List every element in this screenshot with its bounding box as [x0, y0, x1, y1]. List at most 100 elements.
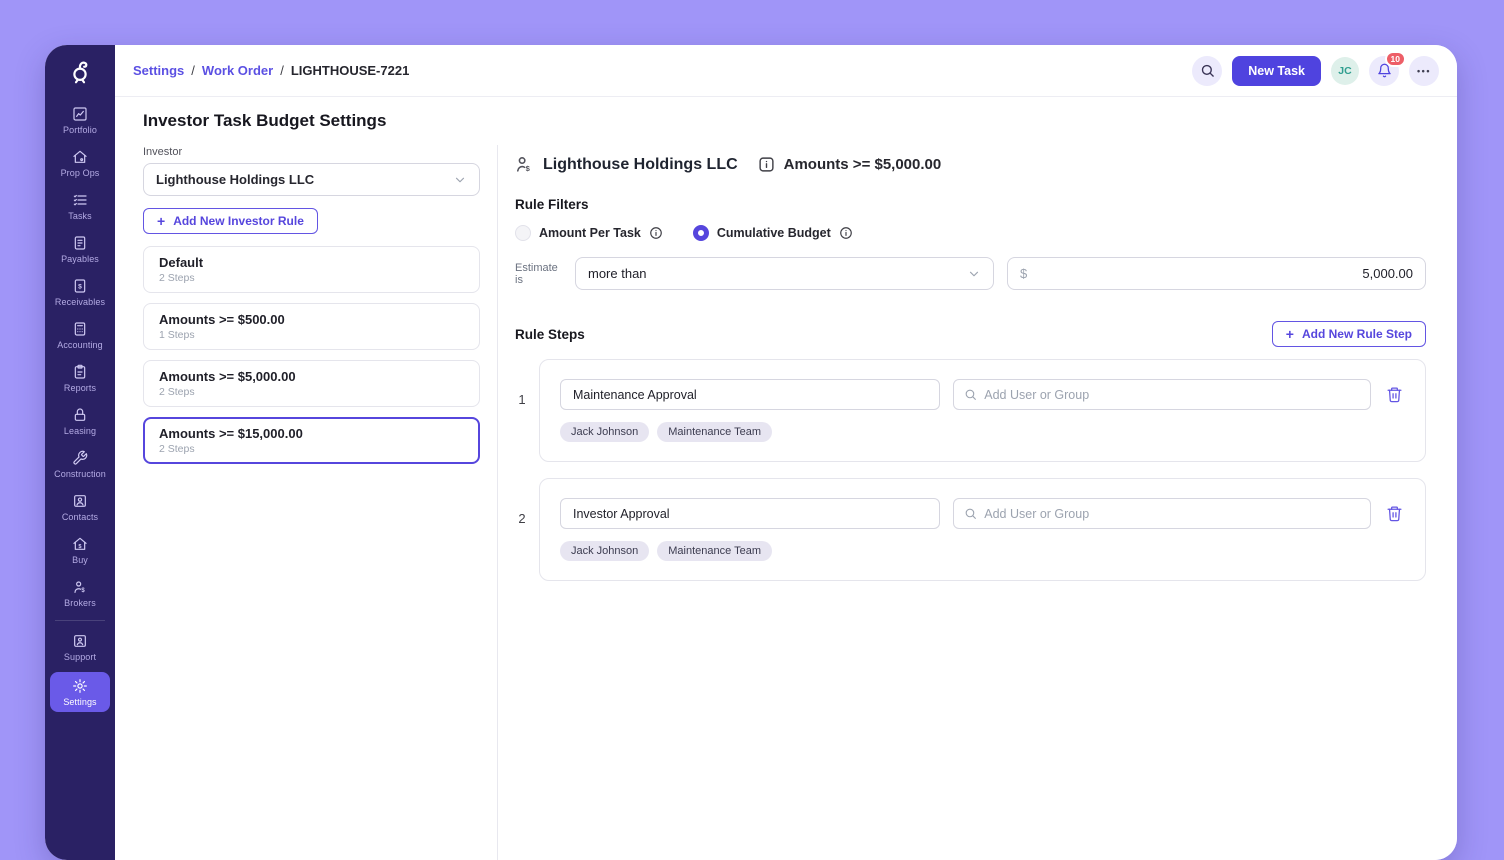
portfolio-icon	[72, 106, 88, 122]
user-search-input[interactable]	[984, 507, 1360, 521]
ellipsis-icon: •••	[1417, 66, 1431, 76]
breadcrumb-separator: /	[191, 63, 195, 78]
info-icon[interactable]	[839, 226, 853, 240]
sidebar-item-label: Reports	[64, 383, 96, 393]
sidebar-item-receivables[interactable]: $ Receivables	[45, 271, 115, 314]
tasks-icon	[72, 192, 88, 208]
sidebar-item-contacts[interactable]: Contacts	[45, 486, 115, 529]
amount-per-task-option[interactable]: Amount Per Task	[515, 225, 663, 241]
info-icon[interactable]	[649, 226, 663, 240]
sidebar-item-label: Support	[64, 652, 96, 662]
prop-ops-icon	[72, 149, 88, 165]
add-rule-step-button[interactable]: + Add New Rule Step	[1272, 321, 1426, 347]
sidebar-item-tasks[interactable]: Tasks	[45, 185, 115, 228]
radio-unselected[interactable]	[515, 225, 531, 241]
rule-name: Default	[159, 255, 464, 270]
amount-field[interactable]: $	[1007, 257, 1426, 290]
avatar[interactable]: JC	[1331, 57, 1359, 85]
chevron-down-icon	[967, 267, 981, 281]
add-investor-rule-label: Add New Investor Rule	[173, 214, 304, 228]
radio-selected[interactable]	[693, 225, 709, 241]
rules-panel: Investor Task Budget Settings Investor L…	[115, 97, 497, 860]
assignee-chips: Jack Johnson Maintenance Team	[560, 541, 1405, 561]
leasing-icon	[72, 407, 88, 423]
user-search-field[interactable]	[953, 379, 1371, 410]
assignee-chip[interactable]: Maintenance Team	[657, 541, 772, 561]
user-search-input[interactable]	[984, 388, 1360, 402]
step-name-input[interactable]	[560, 379, 940, 410]
rule-card-default[interactable]: Default 2 Steps	[143, 246, 480, 293]
info-square-icon[interactable]	[758, 156, 775, 173]
assignee-chip[interactable]: Jack Johnson	[560, 541, 649, 561]
assignee-chip[interactable]: Maintenance Team	[657, 422, 772, 442]
breadcrumb-separator: /	[280, 63, 284, 78]
rule-card-500[interactable]: Amounts >= $500.00 1 Steps	[143, 303, 480, 350]
search-icon	[964, 507, 977, 520]
topbar: Settings / Work Order / LIGHTHOUSE-7221 …	[115, 45, 1457, 97]
rule-filter-options: Amount Per Task Cumulative Budget	[515, 225, 1426, 241]
sidebar-item-portfolio[interactable]: Portfolio	[45, 99, 115, 142]
sidebar-item-payables[interactable]: Payables	[45, 228, 115, 271]
sidebar-item-leasing[interactable]: Leasing	[45, 400, 115, 443]
rule-step-count: 2 Steps	[159, 272, 464, 284]
estimate-operator-select[interactable]: more than	[575, 257, 994, 290]
step-card: Jack Johnson Maintenance Team	[539, 478, 1426, 581]
sidebar-item-settings[interactable]: Settings	[50, 672, 110, 712]
currency-symbol: $	[1020, 266, 1027, 281]
sidebar: Portfolio Prop Ops Tasks Payables $ Rece…	[45, 45, 115, 860]
svg-text:$: $	[78, 283, 82, 290]
rule-name: Amounts >= $15,000.00	[159, 426, 464, 441]
trash-icon	[1386, 505, 1403, 522]
rule-step-count: 2 Steps	[159, 386, 464, 398]
brokers-icon: $	[72, 579, 88, 595]
desktop-background: Portfolio Prop Ops Tasks Payables $ Rece…	[0, 0, 1504, 860]
rule-list: Default 2 Steps Amounts >= $500.00 1 Ste…	[143, 246, 480, 464]
page-title: Investor Task Budget Settings	[143, 111, 480, 131]
search-icon	[1200, 63, 1215, 78]
sidebar-item-label: Brokers	[64, 598, 96, 608]
app-logo	[45, 45, 115, 97]
breadcrumb-work-order-link[interactable]: Work Order	[202, 63, 273, 78]
rule-step-2: 2	[515, 478, 1426, 581]
rule-filters-heading: Rule Filters	[515, 197, 1426, 212]
amount-input[interactable]	[1035, 266, 1413, 281]
sidebar-item-support[interactable]: Support	[45, 626, 115, 669]
add-rule-step-label: Add New Rule Step	[1302, 327, 1412, 341]
rule-card-15000-selected[interactable]: Amounts >= $15,000.00 2 Steps	[143, 417, 480, 464]
cumulative-budget-option[interactable]: Cumulative Budget	[693, 225, 853, 241]
breadcrumb-settings-link[interactable]: Settings	[133, 63, 184, 78]
investor-select[interactable]: Lighthouse Holdings LLC	[143, 163, 480, 196]
notification-badge: 10	[1385, 51, 1406, 68]
rule-steps-list: 1	[515, 359, 1426, 581]
user-search-field[interactable]	[953, 498, 1371, 529]
payables-icon	[72, 235, 88, 251]
accounting-icon	[72, 321, 88, 337]
new-task-button[interactable]: New Task	[1232, 56, 1321, 86]
sidebar-item-buy[interactable]: $ Buy	[45, 529, 115, 572]
reports-icon	[72, 364, 88, 380]
more-menu-button[interactable]: •••	[1409, 56, 1439, 86]
trash-icon	[1386, 386, 1403, 403]
rule-steps-header: Rule Steps + Add New Rule Step	[515, 321, 1426, 347]
rule-step-1: 1	[515, 359, 1426, 462]
sidebar-item-label: Accounting	[57, 340, 103, 350]
delete-step-button[interactable]	[1384, 503, 1405, 524]
sidebar-item-construction[interactable]: Construction	[45, 443, 115, 486]
search-button[interactable]	[1192, 56, 1222, 86]
assignee-chip[interactable]: Jack Johnson	[560, 422, 649, 442]
assignee-chips: Jack Johnson Maintenance Team	[560, 422, 1405, 442]
chevron-down-icon	[453, 173, 467, 187]
sidebar-item-accounting[interactable]: Accounting	[45, 314, 115, 357]
app-window: Portfolio Prop Ops Tasks Payables $ Rece…	[45, 45, 1457, 860]
amount-per-task-label: Amount Per Task	[539, 226, 641, 240]
sidebar-item-reports[interactable]: Reports	[45, 357, 115, 400]
delete-step-button[interactable]	[1384, 384, 1405, 405]
rule-card-5000[interactable]: Amounts >= $5,000.00 2 Steps	[143, 360, 480, 407]
add-investor-rule-button[interactable]: + Add New Investor Rule	[143, 208, 318, 234]
search-icon	[964, 388, 977, 401]
notifications-button[interactable]: 10	[1369, 56, 1399, 86]
sidebar-item-prop-ops[interactable]: Prop Ops	[45, 142, 115, 185]
sidebar-divider	[55, 620, 105, 621]
step-name-input[interactable]	[560, 498, 940, 529]
sidebar-item-brokers[interactable]: $ Brokers	[45, 572, 115, 615]
